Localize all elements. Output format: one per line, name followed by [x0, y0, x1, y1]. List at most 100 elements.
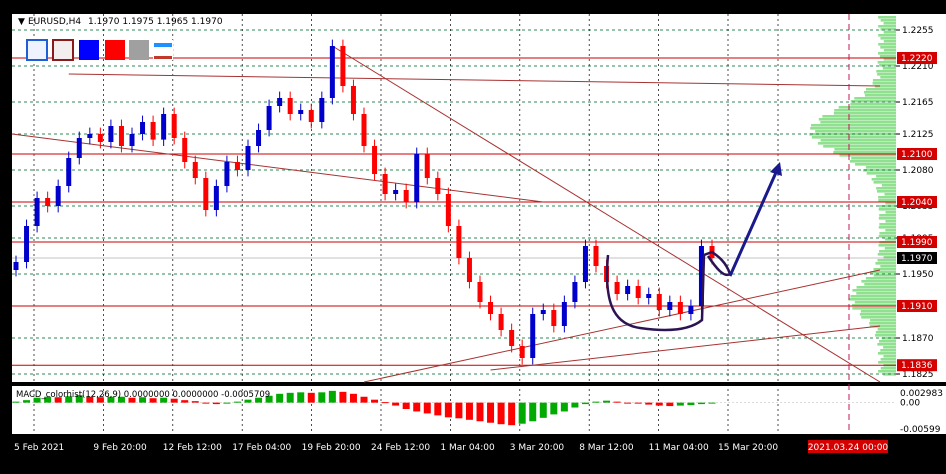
- time-badge-text: 2021.03.24 00:00: [808, 443, 889, 453]
- candle-body: [298, 110, 304, 114]
- volume-profile-bar: [875, 331, 896, 334]
- volume-profile-bar: [883, 22, 896, 25]
- volume-profile-bar: [883, 355, 896, 358]
- macd-bar: [645, 402, 653, 405]
- macd-bar: [413, 402, 421, 412]
- candle-body: [572, 282, 578, 302]
- candle-body: [45, 198, 51, 206]
- macd-bar: [539, 402, 547, 418]
- volume-profile-bar: [873, 181, 896, 184]
- macd-bar: [371, 399, 379, 403]
- volume-profile-bar: [879, 64, 896, 67]
- volume-profile-bar: [834, 109, 896, 112]
- macd-bar: [402, 402, 410, 410]
- candle-body: [182, 138, 188, 162]
- price-level-badge-label: 1.1910: [901, 302, 933, 312]
- volume-profile-bar: [875, 262, 896, 265]
- filled-square-icon[interactable]: [79, 40, 99, 60]
- volume-profile-bar: [884, 193, 896, 196]
- volume-profile-bar: [884, 247, 896, 250]
- y-tick-label: 1.2165: [902, 98, 934, 108]
- volume-profile-bar: [866, 172, 896, 175]
- volume-profile-bar: [878, 196, 896, 199]
- symbol-label: EURUSD,H4: [28, 17, 81, 27]
- volume-profile-bar: [864, 94, 896, 97]
- candle-body: [266, 106, 272, 130]
- macd-bar: [634, 402, 642, 404]
- candle-body: [614, 282, 620, 294]
- macd-bar: [286, 392, 294, 403]
- candle-body: [150, 122, 156, 140]
- volume-profile-bar: [849, 160, 896, 163]
- filled-square-icon[interactable]: [105, 40, 125, 60]
- volume-profile-bar: [878, 226, 896, 229]
- candle-body: [414, 154, 420, 202]
- volume-profile-bar: [870, 319, 896, 322]
- time-axis-ticks: 5 Feb 2021 9 Feb 20:00 12 Feb 12:00 17 Feb …: [14, 443, 778, 453]
- volume-profile-bar: [872, 82, 896, 85]
- candle-body: [688, 306, 694, 314]
- candle-body: [76, 138, 82, 158]
- macd-tick-label: -0.00599: [900, 425, 941, 435]
- x-tick-label: 17 Feb 04:00: [232, 443, 291, 453]
- volume-profile-bar: [859, 313, 896, 316]
- volume-profile-bar: [872, 79, 896, 82]
- volume-profile-bar: [833, 151, 896, 154]
- volume-profile-bar: [818, 118, 896, 121]
- volume-profile-bar: [869, 322, 896, 325]
- volume-profile-bar: [864, 283, 896, 286]
- volume-profile-bar: [877, 61, 896, 64]
- volume-profile-bar: [877, 253, 896, 256]
- candle-body: [66, 158, 72, 186]
- chart-window: 1.22551.22101.21651.21251.20801.20351.19…: [0, 0, 946, 470]
- filled-square-icon[interactable]: [129, 40, 149, 60]
- outline-square-icon[interactable]: [26, 39, 48, 61]
- macd-bar: [592, 401, 600, 403]
- candle-body: [277, 98, 283, 106]
- candle-body: [424, 154, 430, 178]
- chart-header-arrow[interactable]: ▼: [18, 17, 25, 27]
- candle-body: [445, 194, 451, 226]
- candle-body: [509, 330, 515, 346]
- volume-profile-bar: [876, 175, 896, 178]
- volume-profile-bar: [861, 316, 896, 319]
- volume-profile-bar: [856, 286, 896, 289]
- macd-bar: [212, 402, 220, 405]
- volume-profile-bar: [878, 217, 896, 220]
- candle-body: [118, 126, 124, 146]
- macd-bar: [465, 402, 473, 420]
- volume-profile-bar: [877, 352, 896, 355]
- volume-profile-bar: [863, 169, 896, 172]
- volume-profile-bar: [876, 70, 896, 73]
- macd-bar: [444, 402, 452, 418]
- line-style-icon[interactable]: [153, 40, 173, 60]
- volume-profile-bar: [878, 205, 896, 208]
- macd-bar: [708, 402, 716, 404]
- candle-body: [551, 310, 557, 326]
- volume-profile-bar: [854, 301, 896, 304]
- volume-profile-bar: [878, 52, 896, 55]
- volume-profile-bar: [879, 340, 896, 343]
- volume-profile-bar: [820, 139, 896, 142]
- macd-bar: [560, 402, 568, 412]
- x-tick-label: 9 Feb 20:00: [93, 443, 147, 453]
- candle-body: [224, 162, 230, 186]
- volume-profile-bar: [878, 16, 896, 19]
- volume-profile-bar: [850, 295, 896, 298]
- candle-body: [667, 302, 673, 310]
- price-level-badge-label: 1.1990: [901, 238, 933, 248]
- candle-body: [456, 226, 462, 258]
- volume-profile-bar: [877, 73, 896, 76]
- macd-bar: [181, 400, 189, 403]
- volume-profile-bar: [879, 250, 896, 253]
- price-level-badge-label: 1.2040: [901, 198, 933, 208]
- volume-profile-bar: [811, 136, 896, 139]
- volume-profile-bar: [880, 37, 896, 40]
- volume-profile-bar: [879, 232, 896, 235]
- volume-profile-bar: [876, 187, 896, 190]
- y-tick-label: 1.1950: [902, 270, 934, 280]
- macd-bar: [423, 402, 431, 414]
- macd-bar: [392, 402, 400, 406]
- outline-square-icon[interactable]: [52, 39, 74, 61]
- chart-svg[interactable]: 1.22551.22101.21651.21251.20801.20351.19…: [0, 0, 946, 470]
